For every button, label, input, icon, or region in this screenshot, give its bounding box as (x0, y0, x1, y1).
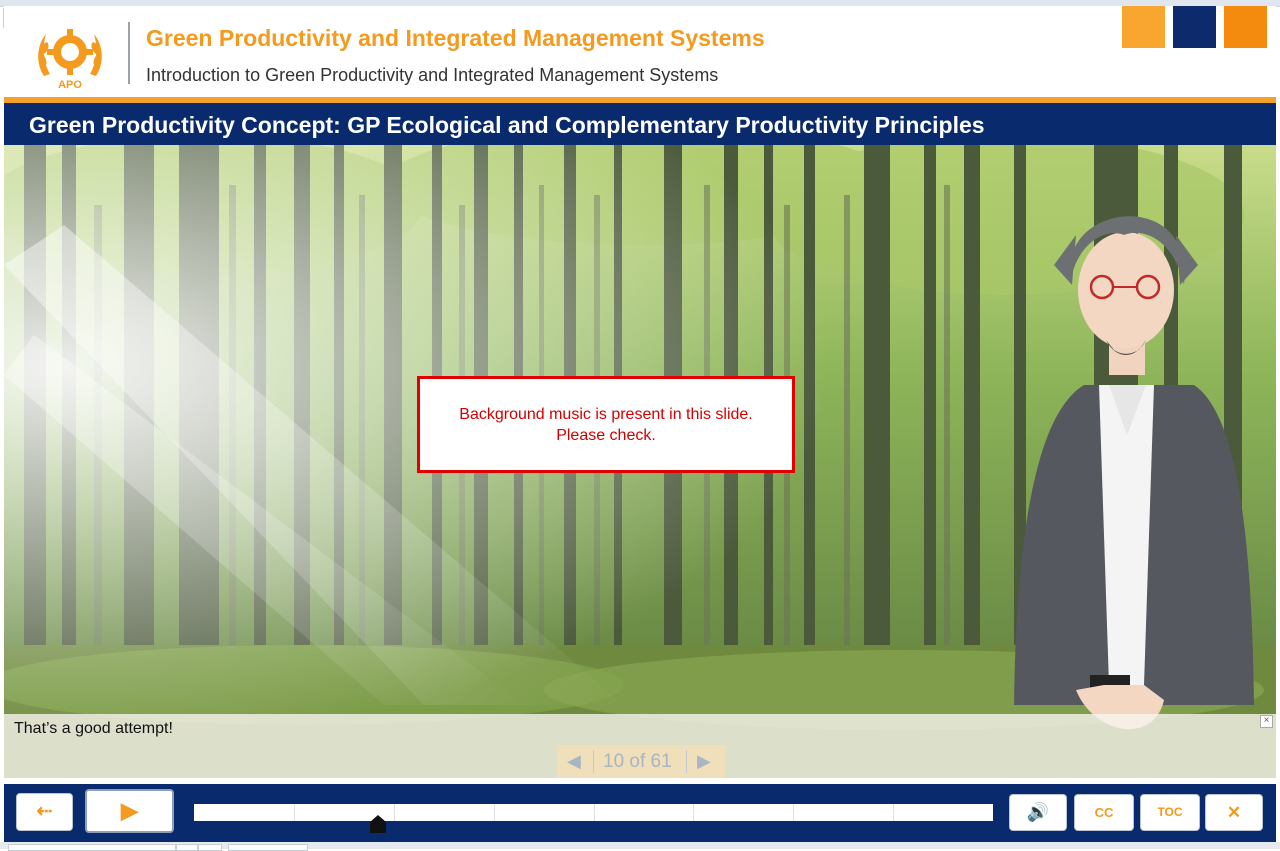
notice-line-2: Please check. (556, 427, 656, 444)
caption-text: That’s a good attempt! (14, 720, 173, 737)
next-slide-button[interactable]: ▶ (697, 751, 711, 772)
brand-square-navy (1173, 6, 1216, 48)
play-button[interactable]: ▶ (85, 789, 174, 833)
nav-divider (686, 750, 687, 773)
apo-logo: APO (38, 29, 102, 91)
status-field (8, 844, 176, 851)
brand-square-dark-orange (1224, 6, 1267, 48)
progress-segment-tick (693, 804, 694, 821)
progress-bar[interactable] (194, 804, 993, 821)
close-course-button[interactable]: ✕ (1205, 794, 1263, 831)
status-field (176, 844, 198, 851)
progress-segment-tick (793, 804, 794, 821)
volume-button[interactable]: 🔊 (1009, 794, 1067, 831)
nav-divider (593, 750, 594, 773)
notice-text: Background music is present in this slid… (420, 404, 792, 446)
course-header: APO Green Productivity and Integrated Ma… (4, 6, 1276, 97)
slide-stage: Background music is present in this slid… (4, 145, 1276, 778)
progress-scrubber-handle[interactable] (370, 815, 386, 833)
slide-navigator: ◀ 10 of 61 ▶ (557, 745, 725, 778)
table-of-contents-button[interactable]: TOC (1140, 794, 1200, 831)
caption-close-button[interactable]: × (1260, 715, 1273, 728)
status-field (198, 844, 222, 851)
slide-title: Green Productivity Concept: GP Ecologica… (29, 112, 985, 138)
progress-segment-tick (594, 804, 595, 821)
notice-line-1: Background music is present in this slid… (459, 406, 753, 423)
slide-counter: 10 of 61 (603, 751, 672, 772)
progress-segment-tick (893, 804, 894, 821)
player-control-bar: ⇠ ▶ 🔊 CC TOC ✕ (4, 784, 1276, 842)
closed-captions-button[interactable]: CC (1074, 794, 1134, 831)
previous-slide-button[interactable]: ◀ (567, 751, 581, 772)
background-music-notice: Background music is present in this slid… (417, 376, 795, 473)
logo-text: APO (58, 79, 82, 91)
slide-title-bar: Green Productivity Concept: GP Ecologica… (4, 103, 1276, 145)
status-field (228, 844, 308, 851)
progress-segment-tick (294, 804, 295, 821)
course-title: Green Productivity and Integrated Manage… (146, 25, 765, 51)
progress-segment-tick (394, 804, 395, 821)
exit-button[interactable]: ⇠ (16, 793, 73, 831)
header-divider (128, 22, 130, 84)
progress-segment-tick (494, 804, 495, 821)
course-subtitle: Introduction to Green Productivity and I… (146, 65, 719, 85)
brand-square-orange (1122, 6, 1165, 48)
